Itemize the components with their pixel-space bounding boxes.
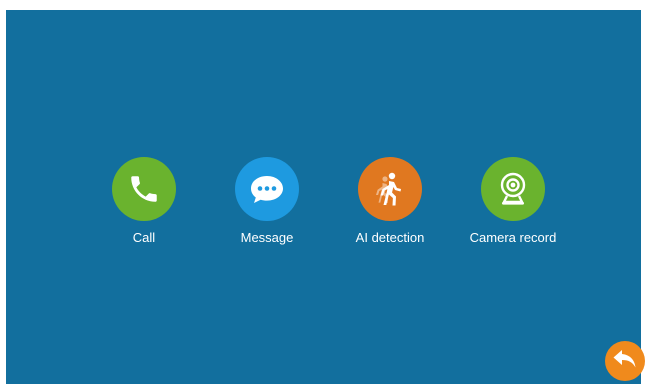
home-screen: Call Message AI detection Camera record [6,10,641,384]
camera-record-button[interactable]: Camera record [458,157,568,246]
phone-icon [112,157,176,221]
camera-record-label: Camera record [469,230,557,245]
back-button[interactable] [605,341,645,381]
chat-bubble-icon [235,157,299,221]
message-button[interactable]: Message [212,157,322,246]
ai-detection-button[interactable]: AI detection [335,157,445,246]
webcam-icon [481,157,545,221]
walking-person-icon [358,157,422,221]
message-label: Message [240,230,294,245]
call-label: Call [132,230,156,245]
ai-detection-label: AI detection [355,230,425,245]
back-arrow-icon [612,347,638,376]
call-button[interactable]: Call [89,157,199,246]
